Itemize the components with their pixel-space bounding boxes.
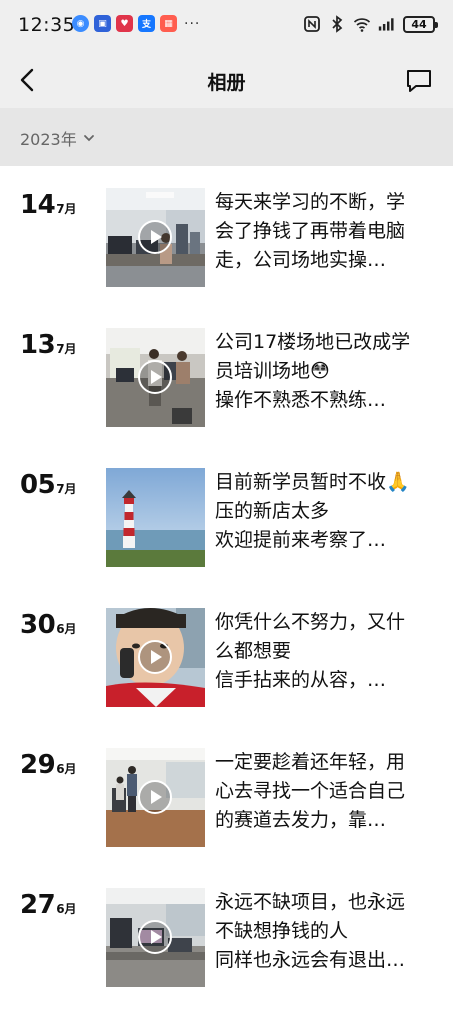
post-day: 14 [20,190,56,220]
app-notification-icon: ▣ [94,15,111,32]
play-video-icon [138,360,172,394]
album-post[interactable]: 13 7月 公司17楼场地已改成学 员培训场地😳 操作不熟悉不熟练… [0,306,453,446]
post-day: 05 [20,470,56,500]
post-day: 30 [20,610,56,640]
messages-button[interactable] [405,67,433,95]
wifi-icon [353,18,371,32]
post-thumbnail[interactable] [106,328,205,427]
page-title: 相册 [207,72,246,94]
post-caption: 一定要趁着还年轻，用 心去寻找一个适合自己 的赛道去发力，靠… [215,751,406,831]
post-thumbnail[interactable] [106,888,205,987]
post-month: 7月 [56,342,77,356]
play-video-icon [138,780,172,814]
play-video-icon [138,920,172,954]
bluetooth-icon [332,15,343,33]
year-filter-dropdown[interactable]: 2023年 [20,126,95,150]
post-day: 29 [20,750,56,780]
post-date: 05 7月 [20,470,77,500]
navigation-header: 相册 [0,52,453,108]
chevron-down-icon [83,135,94,142]
messenger-notification-icon: ◉ [72,15,89,32]
year-label: 2023年 [20,130,77,149]
post-month: 6月 [56,622,77,636]
nfc-icon [304,16,320,32]
app-notification-icon: ▦ [160,15,177,32]
album-post[interactable]: 14 7月 每天来学习的不断，学 会了挣钱了再带着电脑 走，公司场地实操… [0,166,453,306]
more-notifications-icon: ··· [184,15,201,32]
post-day: 27 [20,890,56,920]
signal-icon [378,18,394,31]
album-post[interactable]: 27 6月 永远不缺项目，也永远 不缺想挣钱的人 同样也永远会有退出… [0,866,453,1006]
post-caption: 公司17楼场地已改成学 员培训场地😳 操作不熟悉不熟练… [215,331,411,411]
post-month: 6月 [56,762,77,776]
battery-icon: 44 [403,15,438,33]
heart-app-notification-icon: ♥ [116,15,133,32]
album-post[interactable]: 05 7月 目前新学员暂时不收🙏 压的新店太多 欢迎提前来考察了… [0,446,453,586]
post-caption: 永远不缺项目，也永远 不缺想挣钱的人 同样也永远会有退出… [215,891,406,971]
status-time: 12:35 [18,14,76,36]
notification-icons: ◉ ▣ ♥ 支 ▦ ··· [72,15,200,32]
post-caption: 你凭什么不努力，又什 么都想要 信手拈来的从容，… [215,611,406,691]
post-thumbnail[interactable] [106,748,205,847]
post-month: 7月 [56,482,77,496]
album-post[interactable]: 30 6月 你凭什么不努力，又什 么都想要 信手拈来的从容，… [0,586,453,726]
comment-icon [407,70,431,92]
post-caption: 目前新学员暂时不收🙏 压的新店太多 欢迎提前来考察了… [215,471,410,551]
post-thumbnail[interactable] [106,468,205,567]
post-date: 30 6月 [20,610,77,640]
play-video-icon [138,640,172,674]
album-post[interactable]: 29 6月 一定要趁着还年轻，用 心去寻找一个适合自己 的赛道去发力，靠… [0,726,453,866]
post-date: 14 7月 [20,190,77,220]
post-month: 6月 [56,902,77,916]
album-feed: 14 7月 每天来学习的不断，学 会了挣钱了再带着电脑 走，公司场地实操… 13… [0,166,453,1006]
play-video-icon [138,220,172,254]
year-filter-bar: 2023年 [0,108,453,166]
post-date: 13 7月 [20,330,77,360]
alipay-notification-icon: 支 [138,15,155,32]
post-day: 13 [20,330,56,360]
status-bar: 12:35 ◉ ▣ ♥ 支 ▦ ··· 44 [0,0,453,52]
post-month: 7月 [56,202,77,216]
post-thumbnail[interactable] [106,608,205,707]
post-thumbnail[interactable] [106,188,205,287]
system-icons: 44 [303,15,438,33]
post-date: 29 6月 [20,750,77,780]
post-caption: 每天来学习的不断，学 会了挣钱了再带着电脑 走，公司场地实操… [215,191,406,271]
post-date: 27 6月 [20,890,77,920]
